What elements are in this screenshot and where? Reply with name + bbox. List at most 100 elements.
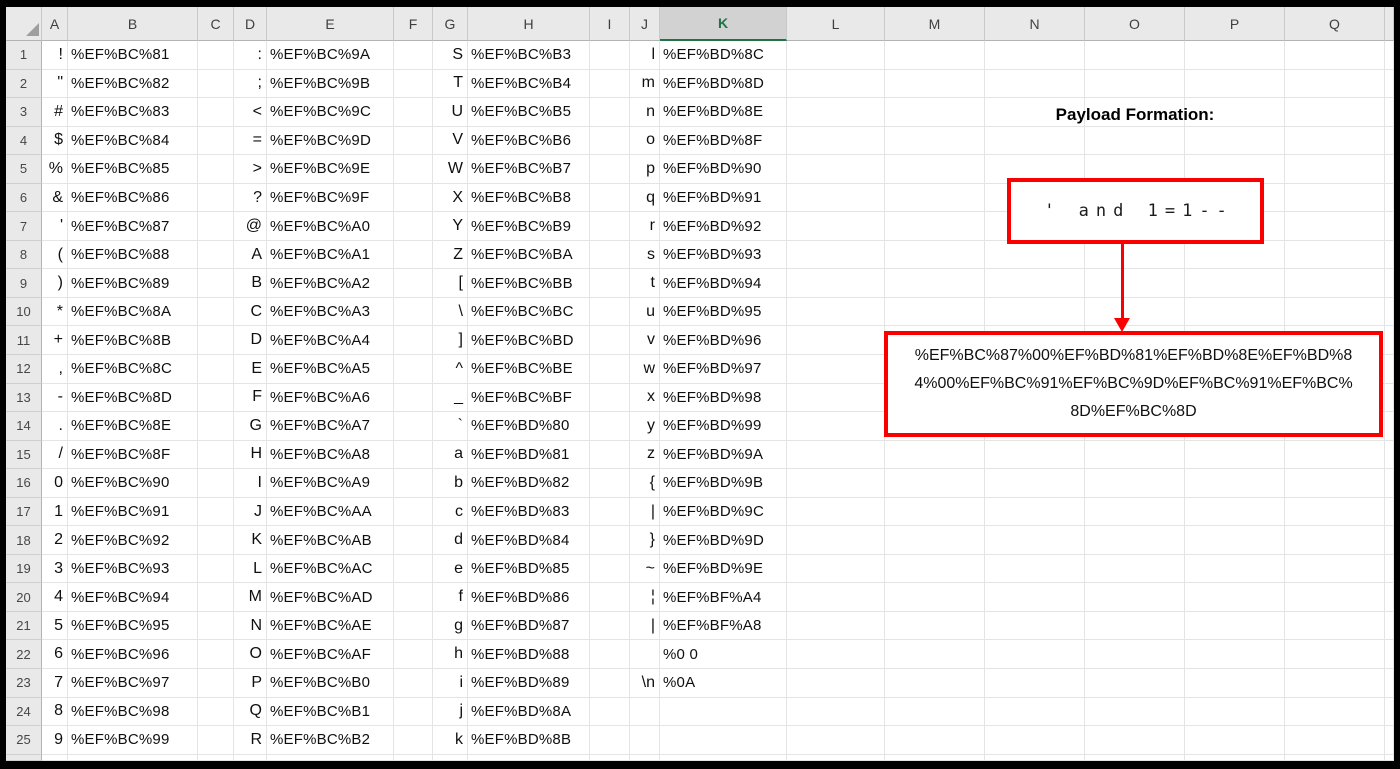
cell-G22[interactable]: h — [433, 640, 468, 670]
cell-P21[interactable] — [1185, 611, 1285, 641]
row-header-19[interactable]: 19 — [6, 554, 42, 584]
cell-C11[interactable] — [198, 326, 234, 356]
cell-C6[interactable] — [198, 183, 234, 213]
cell-I23[interactable] — [590, 669, 630, 698]
cell-B11[interactable]: %EF%BC%8B — [68, 326, 198, 356]
cell-C7[interactable] — [198, 212, 234, 241]
cell-I15[interactable] — [590, 440, 630, 470]
cell-Q7[interactable] — [1285, 212, 1385, 241]
cell-O25[interactable] — [1085, 726, 1185, 755]
column-header-F[interactable]: F — [394, 7, 433, 41]
row-header-18[interactable]: 18 — [6, 526, 42, 555]
cell-M23[interactable] — [885, 669, 985, 698]
row-header-9[interactable]: 9 — [6, 269, 42, 298]
cell-E11[interactable]: %EF%BC%A4 — [267, 326, 394, 356]
cell-P2[interactable] — [1185, 69, 1285, 99]
cell-K24[interactable] — [660, 697, 787, 727]
cell-G6[interactable]: X — [433, 183, 468, 213]
cell-E21[interactable]: %EF%BC%AE — [267, 611, 394, 641]
cell-J9[interactable]: t — [630, 269, 660, 298]
cell-N10[interactable] — [985, 297, 1085, 327]
cell-B7[interactable]: %EF%BC%87 — [68, 212, 198, 241]
row-header-10[interactable]: 10 — [6, 297, 42, 327]
cell-K21[interactable]: %EF%BF%A8 — [660, 611, 787, 641]
cell-F21[interactable] — [394, 611, 433, 641]
cell-H5[interactable]: %EF%BC%B7 — [468, 155, 590, 184]
cell-L20[interactable] — [787, 583, 885, 612]
cell-L3[interactable] — [787, 98, 885, 127]
cell-B12[interactable]: %EF%BC%8C — [68, 355, 198, 384]
cell-N15[interactable] — [985, 440, 1085, 470]
row-header-12[interactable]: 12 — [6, 355, 42, 384]
cell-A2[interactable]: " — [42, 69, 68, 99]
cell-C2[interactable] — [198, 69, 234, 99]
cell-Q5[interactable] — [1285, 155, 1385, 184]
cell-C16[interactable] — [198, 469, 234, 498]
cell-J4[interactable]: o — [630, 126, 660, 156]
cell-M24[interactable] — [885, 697, 985, 727]
row-header-5[interactable]: 5 — [6, 155, 42, 184]
cell-L25[interactable] — [787, 726, 885, 755]
cell-F19[interactable] — [394, 554, 433, 584]
cell-G5[interactable]: W — [433, 155, 468, 184]
cell-N1[interactable] — [985, 41, 1085, 70]
cell-D13[interactable]: F — [234, 383, 267, 413]
cell-A22[interactable]: 6 — [42, 640, 68, 670]
cell-N3[interactable] — [985, 98, 1085, 127]
row-header-2[interactable]: 2 — [6, 69, 42, 99]
cell-L8[interactable] — [787, 240, 885, 270]
cell-O23[interactable] — [1085, 669, 1185, 698]
cell-Q23[interactable] — [1285, 669, 1385, 698]
cell-D1[interactable]: : — [234, 41, 267, 70]
cell-L6[interactable] — [787, 183, 885, 213]
cell-M3[interactable] — [885, 98, 985, 127]
row-header-3[interactable]: 3 — [6, 98, 42, 127]
cell-P17[interactable] — [1185, 497, 1285, 527]
cell-C21[interactable] — [198, 611, 234, 641]
row-header-6[interactable]: 6 — [6, 183, 42, 213]
cell-D11[interactable]: D — [234, 326, 267, 356]
cell-E9[interactable]: %EF%BC%A2 — [267, 269, 394, 298]
cell-F16[interactable] — [394, 469, 433, 498]
cell-C15[interactable] — [198, 440, 234, 470]
cell-L10[interactable] — [787, 297, 885, 327]
cell-L24[interactable] — [787, 697, 885, 727]
cell-K2[interactable]: %EF%BD%8D — [660, 69, 787, 99]
select-all-corner[interactable] — [6, 7, 42, 41]
cell-B4[interactable]: %EF%BC%84 — [68, 126, 198, 156]
row-header-13[interactable]: 13 — [6, 383, 42, 413]
cell-A4[interactable]: $ — [42, 126, 68, 156]
cell-O10[interactable] — [1085, 297, 1185, 327]
cell-Q24[interactable] — [1285, 697, 1385, 727]
cell-Q17[interactable] — [1285, 497, 1385, 527]
cell-Q16[interactable] — [1285, 469, 1385, 498]
cell-Q8[interactable] — [1285, 240, 1385, 270]
cell-M10[interactable] — [885, 297, 985, 327]
cell-J11[interactable]: v — [630, 326, 660, 356]
cell-L12[interactable] — [787, 355, 885, 384]
cell-Q10[interactable] — [1285, 297, 1385, 327]
cell-G7[interactable]: Y — [433, 212, 468, 241]
cell-Q25[interactable] — [1285, 726, 1385, 755]
cell-H1[interactable]: %EF%BC%B3 — [468, 41, 590, 70]
column-header-C[interactable]: C — [198, 7, 234, 41]
cell-H6[interactable]: %EF%BC%B8 — [468, 183, 590, 213]
cell-P1[interactable] — [1185, 41, 1285, 70]
cell-K23[interactable]: %0A — [660, 669, 787, 698]
cell-B13[interactable]: %EF%BC%8D — [68, 383, 198, 413]
cell-M18[interactable] — [885, 526, 985, 555]
cell-O18[interactable] — [1085, 526, 1185, 555]
column-header-P[interactable]: P — [1185, 7, 1285, 41]
cell-Q3[interactable] — [1285, 98, 1385, 127]
cell-F18[interactable] — [394, 526, 433, 555]
cell-O2[interactable] — [1085, 69, 1185, 99]
cell-L22[interactable] — [787, 640, 885, 670]
cell-G14[interactable]: ` — [433, 412, 468, 441]
cell-H17[interactable]: %EF%BD%83 — [468, 497, 590, 527]
cell-D6[interactable]: ? — [234, 183, 267, 213]
cell-K3[interactable]: %EF%BD%8E — [660, 98, 787, 127]
row-header-21[interactable]: 21 — [6, 611, 42, 641]
cell-N4[interactable] — [985, 126, 1085, 156]
cell-I5[interactable] — [590, 155, 630, 184]
cell-J3[interactable]: n — [630, 98, 660, 127]
